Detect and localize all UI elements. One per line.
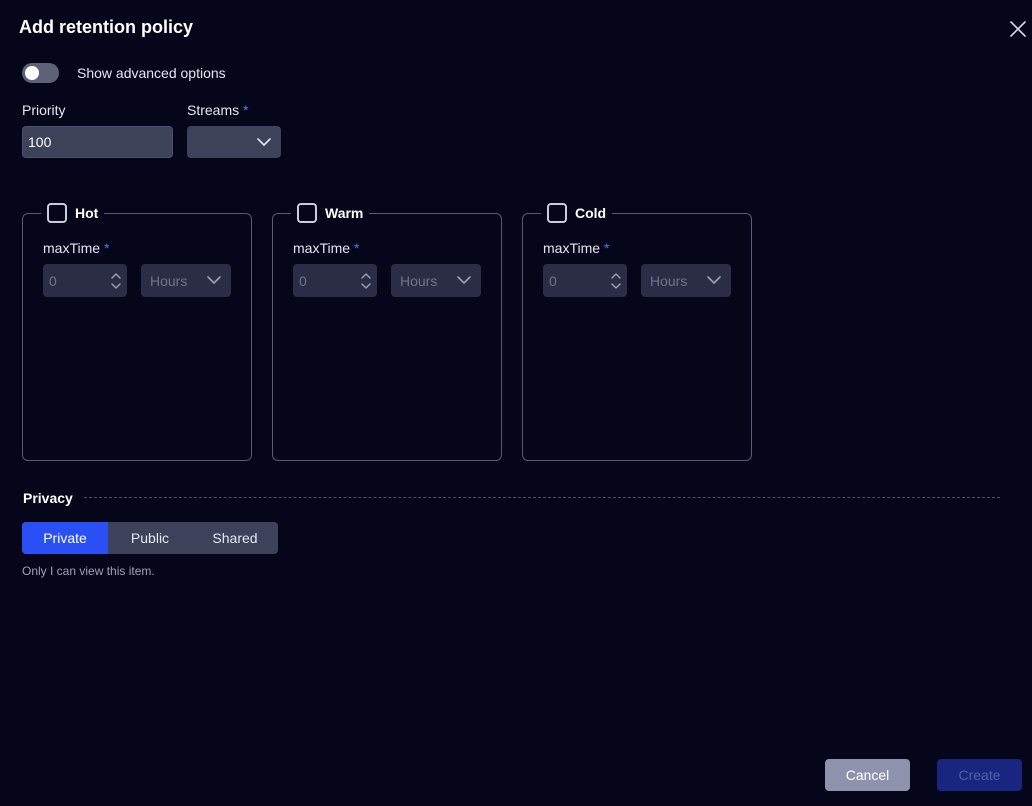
required-mark: * bbox=[353, 240, 360, 256]
tier-warm-checkbox[interactable] bbox=[297, 203, 317, 223]
privacy-divider bbox=[84, 497, 1000, 498]
tier-cold-maxtime-label: maxTime * bbox=[543, 240, 609, 256]
streams-select[interactable] bbox=[187, 126, 281, 158]
create-button[interactable]: Create bbox=[937, 759, 1022, 791]
stepper-icon[interactable] bbox=[611, 272, 621, 290]
stepper-icon[interactable] bbox=[111, 272, 121, 290]
close-icon bbox=[1010, 21, 1026, 37]
advanced-options-label: Show advanced options bbox=[77, 65, 226, 81]
tier-hot: Hot maxTime * 0 Hours bbox=[22, 202, 252, 461]
required-mark: * bbox=[243, 102, 249, 118]
tier-warm-maxtime-input[interactable]: 0 bbox=[293, 264, 377, 297]
tier-cold-legend: Cold bbox=[541, 202, 613, 224]
tier-hot-legend: Hot bbox=[41, 202, 105, 224]
privacy-option-shared[interactable]: Shared bbox=[192, 522, 278, 554]
tier-cold-maxtime-input[interactable]: 0 bbox=[543, 264, 627, 297]
tier-warm-name: Warm bbox=[325, 205, 364, 221]
tier-warm: Warm maxTime * 0 Hours bbox=[272, 202, 502, 461]
tier-warm-legend: Warm bbox=[291, 202, 370, 224]
tier-warm-unit-value: Hours bbox=[400, 272, 438, 289]
tier-cold-unit-value: Hours bbox=[650, 272, 688, 289]
advanced-options-toggle[interactable] bbox=[22, 63, 59, 83]
dialog-title: Add retention policy bbox=[19, 17, 194, 37]
priority-label: Priority bbox=[22, 102, 66, 118]
privacy-segmented-control: Private Public Shared bbox=[22, 522, 278, 554]
tier-hot-name: Hot bbox=[75, 205, 99, 221]
tier-hot-checkbox[interactable] bbox=[47, 203, 67, 223]
chevron-down-icon bbox=[707, 276, 721, 284]
required-mark: * bbox=[103, 240, 110, 256]
tier-warm-maxtime-label: maxTime * bbox=[293, 240, 359, 256]
toggle-knob bbox=[25, 66, 39, 80]
priority-input[interactable] bbox=[22, 126, 173, 158]
required-mark: * bbox=[603, 240, 610, 256]
tier-cold: Cold maxTime * 0 Hours bbox=[522, 202, 752, 461]
tier-cold-maxtime-value: 0 bbox=[549, 272, 557, 289]
close-button[interactable] bbox=[1008, 19, 1028, 39]
tier-warm-maxtime-value: 0 bbox=[299, 272, 307, 289]
privacy-help-text: Only I can view this item. bbox=[22, 564, 155, 578]
stepper-icon[interactable] bbox=[361, 272, 371, 290]
tier-warm-unit-select[interactable]: Hours bbox=[391, 264, 481, 297]
chevron-down-icon bbox=[457, 276, 471, 284]
tier-hot-unit-select[interactable]: Hours bbox=[141, 264, 231, 297]
streams-label: Streams * bbox=[187, 102, 248, 118]
privacy-option-private[interactable]: Private bbox=[22, 522, 108, 554]
chevron-down-icon bbox=[207, 276, 221, 284]
tier-hot-maxtime-input[interactable]: 0 bbox=[43, 264, 127, 297]
tier-hot-maxtime-text: maxTime bbox=[43, 240, 101, 256]
streams-label-text: Streams bbox=[187, 102, 240, 118]
tier-cold-maxtime-text: maxTime bbox=[543, 240, 601, 256]
tier-cold-checkbox[interactable] bbox=[547, 203, 567, 223]
privacy-option-public[interactable]: Public bbox=[108, 522, 192, 554]
tier-cold-name: Cold bbox=[575, 205, 607, 221]
tier-hot-unit-value: Hours bbox=[150, 272, 188, 289]
tier-cold-unit-select[interactable]: Hours bbox=[641, 264, 731, 297]
chevron-down-icon bbox=[257, 137, 271, 146]
tier-warm-maxtime-text: maxTime bbox=[293, 240, 351, 256]
advanced-options-row: Show advanced options bbox=[22, 63, 226, 83]
cancel-button[interactable]: Cancel bbox=[825, 759, 910, 791]
tier-hot-maxtime-label: maxTime * bbox=[43, 240, 109, 256]
privacy-label: Privacy bbox=[23, 490, 73, 506]
tier-hot-maxtime-value: 0 bbox=[49, 272, 57, 289]
